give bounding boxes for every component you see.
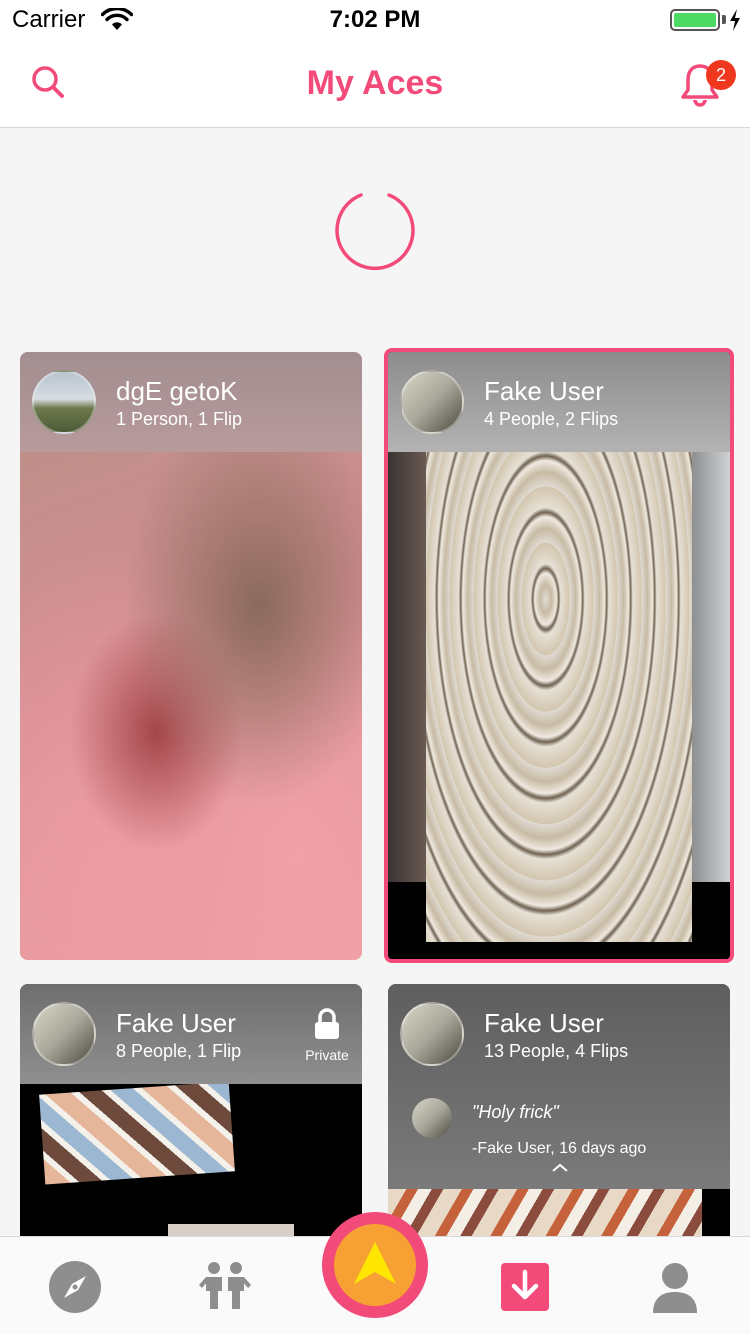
compass-icon[interactable] [47,1259,103,1315]
collage-image [39,1081,235,1185]
chevron-up-icon[interactable] [551,1162,569,1174]
ace-card-header: dgE getoK 1 Person, 1 Flip [20,352,362,452]
create-ace-button[interactable] [322,1212,428,1318]
create-ace-icon [354,1242,396,1284]
ace-stats: 4 People, 2 Flips [484,409,619,429]
quote-text: "Holy frick" [472,1102,559,1122]
avatar [400,1002,464,1066]
ace-stats: 8 People, 1 Flip [116,1041,242,1061]
quote-attribution: -Fake User, 16 days ago [472,1140,647,1157]
ace-owner-name: Fake User [116,1008,236,1038]
ace-thumbnail [20,1081,362,1244]
battery-tip [722,15,726,24]
ace-owner-name: Fake User [484,376,604,406]
notification-badge: 2 [706,60,736,90]
ace-thumbnail [388,452,730,959]
page-title: My Aces [306,64,444,102]
people-icon[interactable] [197,1259,253,1315]
ace-card-header: Fake User 13 People, 4 Flips "Holy frick… [388,984,730,1189]
ace-card-header: Fake User 8 People, 1 Flip Private [20,984,362,1084]
ace-card[interactable]: Fake User 13 People, 4 Flips "Holy frick… [388,984,730,1244]
wood-grain-image [426,452,692,942]
avatar [400,370,464,434]
thumbnail-bg-left [388,452,428,882]
battery-icon [670,9,720,31]
charging-icon [730,9,740,31]
create-ace-inner [334,1224,416,1306]
ace-owner-name: dgE getoK [116,376,238,406]
clock: 7:02 PM [329,6,421,33]
private-label: Private [305,1047,349,1063]
ace-card-header: Fake User 4 People, 2 Flips [388,352,730,452]
profile-icon[interactable] [647,1259,703,1315]
private-indicator: Private [300,1008,354,1063]
lock-icon [315,1008,339,1039]
ace-thumbnail [20,452,362,960]
avatar [32,370,96,434]
status-bar: Carrier 7:02 PM [0,0,750,40]
nav-bar: My Aces 2 [0,40,750,128]
thumbnail-bg-right [692,452,730,882]
ace-owner-name: Fake User [484,1008,604,1038]
quote-avatar [412,1098,452,1138]
avatar [32,1002,96,1066]
loading-spinner [335,193,415,270]
ace-stats: 1 Person, 1 Flip [116,409,243,429]
ace-card-selected[interactable]: Fake User 4 People, 2 Flips [384,348,734,963]
download-icon[interactable] [497,1259,553,1315]
ace-card[interactable]: Fake User 8 People, 1 Flip Private [20,984,362,1244]
ace-stats: 13 People, 4 Flips [484,1041,629,1061]
ace-card[interactable]: dgE getoK 1 Person, 1 Flip [20,352,362,960]
